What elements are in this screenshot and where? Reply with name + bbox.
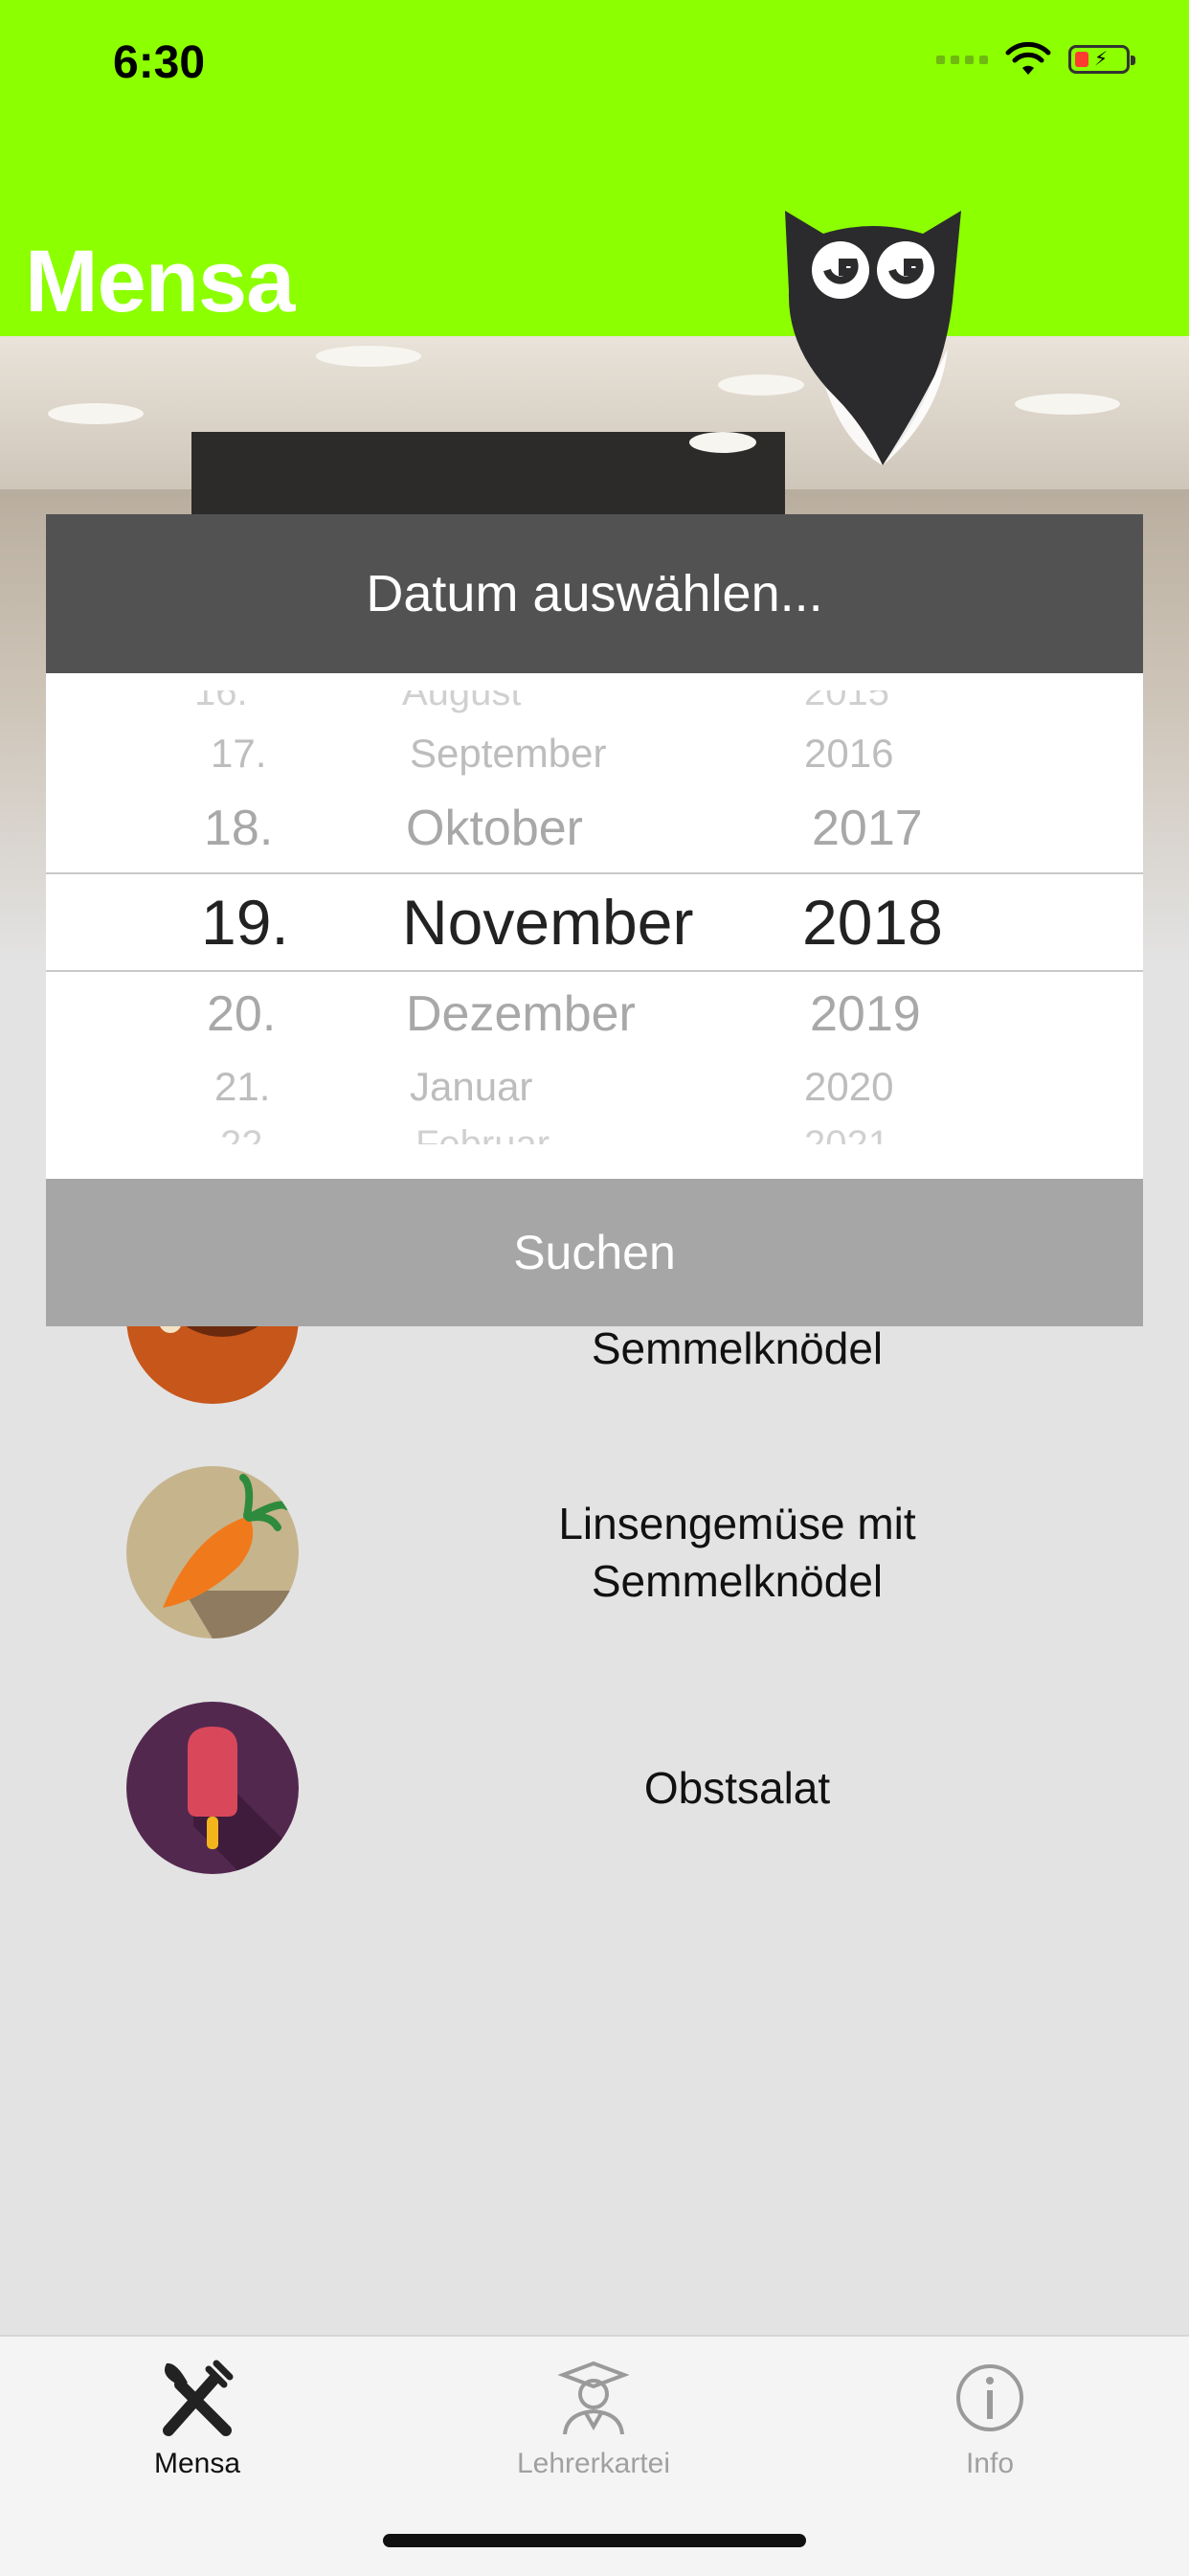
day-option[interactable]: 22. (220, 1123, 274, 1144)
home-indicator[interactable] (383, 2534, 806, 2547)
school-owl-logo (785, 211, 961, 465)
day-option[interactable]: 18. (204, 800, 273, 857)
month-option[interactable]: August (402, 690, 522, 714)
tab-lehrerkartei[interactable]: Lehrerkartei (450, 2354, 737, 2480)
teacher-icon (450, 2354, 737, 2442)
year-option-selected[interactable]: 2018 (802, 886, 943, 959)
year-option[interactable]: 2017 (812, 800, 923, 857)
month-option[interactable]: Februar (415, 1123, 550, 1144)
tab-label: Mensa (153, 2448, 241, 2479)
month-option[interactable]: Dezember (406, 985, 636, 1043)
info-icon (846, 2354, 1133, 2442)
tab-label: Lehrerkartei (516, 2448, 671, 2479)
tab-mensa[interactable]: Mensa (54, 2354, 341, 2480)
carrot-icon (126, 1466, 299, 1638)
meal-item[interactable]: Linsengemüse mit Semmelknödel (0, 1466, 1189, 1638)
wifi-icon (1005, 42, 1051, 75)
month-option[interactable]: September (410, 731, 606, 777)
navigation-header: 6:30 ⚡ Mensa (0, 0, 1189, 336)
meal-name: Semmelknödel (591, 1323, 884, 1373)
meal-name: Linsengemüse mit Semmelknödel (558, 1499, 916, 1606)
day-option-selected[interactable]: 19. (201, 886, 289, 959)
year-option[interactable]: 2021 (804, 1123, 889, 1144)
day-option[interactable]: 16. (194, 690, 248, 714)
month-option-selected[interactable]: November (402, 886, 693, 959)
fork-knife-icon (54, 2354, 341, 2442)
meal-name: Obstsalat (643, 1763, 831, 1813)
page-title: Mensa (25, 233, 295, 330)
day-option[interactable]: 17. (211, 731, 266, 777)
popsicle-icon (126, 1702, 299, 1874)
year-option[interactable]: 2016 (804, 731, 893, 777)
cellular-signal-icon (936, 55, 988, 64)
month-option[interactable]: Oktober (406, 800, 583, 857)
search-button[interactable]: Suchen (46, 1179, 1143, 1326)
year-option[interactable]: 2020 (804, 1064, 893, 1110)
date-picker-dialog: Datum auswählen... 16. August 2015 17. S… (46, 514, 1143, 1326)
day-option[interactable]: 20. (207, 985, 276, 1043)
tab-label: Info (965, 2448, 1015, 2479)
date-picker-wheel[interactable]: 16. August 2015 17. September 2016 18. O… (46, 673, 1143, 1179)
month-option[interactable]: Januar (410, 1064, 532, 1110)
date-picker-title: Datum auswählen... (46, 514, 1143, 673)
status-time: 6:30 (113, 37, 206, 88)
year-option[interactable]: 2019 (810, 985, 921, 1043)
battery-icon: ⚡ (1068, 45, 1135, 74)
meal-item[interactable]: Obstsalat (0, 1702, 1189, 1874)
year-option[interactable]: 2015 (804, 690, 889, 714)
status-indicators: ⚡ (936, 42, 1135, 77)
tab-info[interactable]: Info (846, 2354, 1133, 2480)
day-option[interactable]: 21. (214, 1064, 270, 1110)
